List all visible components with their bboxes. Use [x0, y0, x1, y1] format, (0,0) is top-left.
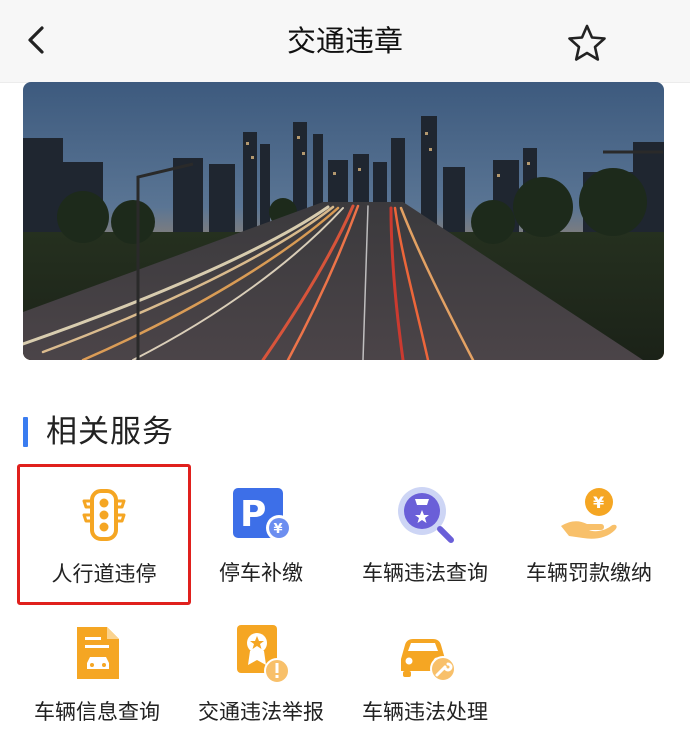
- banner-image[interactable]: [23, 82, 664, 360]
- service-violation-handling[interactable]: 车辆违法处理: [340, 605, 510, 737]
- hand-coin-icon: ¥: [561, 488, 617, 539]
- svg-text:¥: ¥: [593, 493, 604, 512]
- vehicle-document-icon: [77, 627, 119, 679]
- section-title: 相关服务: [46, 414, 174, 450]
- violation-search-icon: [398, 487, 454, 543]
- report-badge-icon: [237, 625, 290, 684]
- star-icon: [568, 24, 606, 61]
- section-accent-bar: [23, 417, 28, 447]
- traffic-light-icon: [82, 489, 126, 541]
- car-wrench-icon: [401, 639, 456, 682]
- service-label: 车辆罚款缴纳: [526, 561, 652, 585]
- service-fine-payment[interactable]: ¥ 车辆罚款缴纳: [504, 466, 674, 598]
- service-label: 车辆违法处理: [362, 700, 488, 724]
- svg-text:P: P: [240, 494, 266, 535]
- top-nav-bar: 交通违章: [0, 0, 690, 83]
- favorite-button[interactable]: [566, 22, 608, 64]
- svg-text:¥: ¥: [274, 522, 283, 537]
- city-highway-photo: [23, 82, 664, 360]
- parking-payment-icon: P ¥: [233, 488, 292, 541]
